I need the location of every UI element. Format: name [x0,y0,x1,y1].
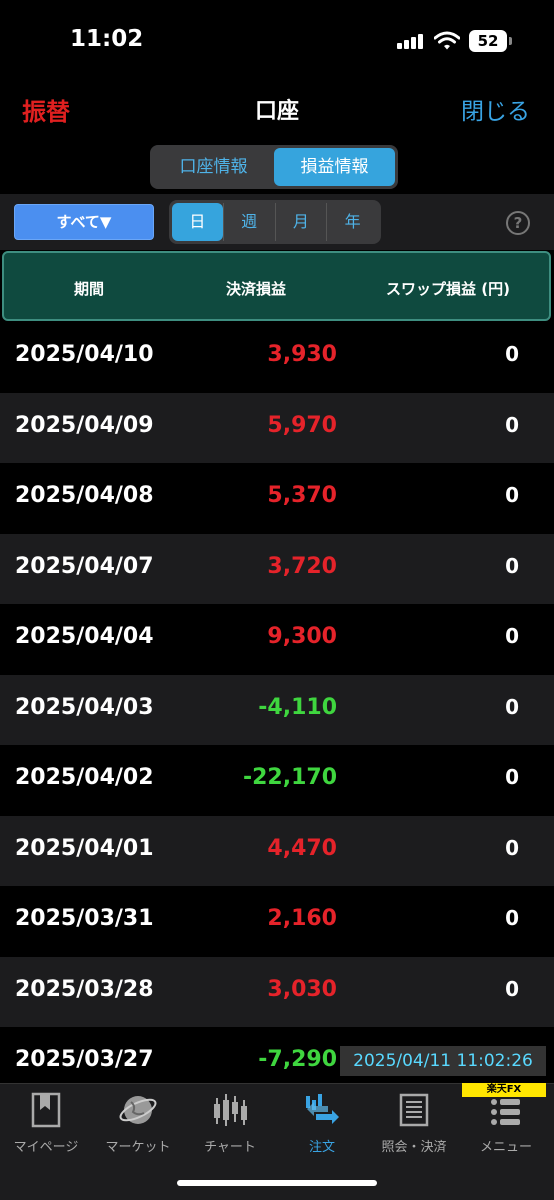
row-date: 2025/04/09 [15,412,154,438]
row-settlement-pl: -22,170 [242,765,337,790]
row-date: 2025/04/02 [15,765,154,790]
table-row[interactable]: 2025/04/04 9,300 0 [0,604,554,675]
order-icon [306,1094,339,1124]
tab-month[interactable]: 月 [274,203,327,241]
row-date: 2025/03/28 [15,976,154,1002]
table-row[interactable]: 2025/03/28 3,030 0 [0,956,554,1027]
row-swap-pl: 0 [505,483,519,507]
tab-account-info[interactable]: 口座情報 [153,148,274,186]
row-swap-pl: 0 [505,342,519,366]
nav-header: 振替 口座 閉じる [0,80,554,140]
row-settlement-pl: 9,300 [267,624,337,649]
period-segment-control: 日 週 月 年 [169,200,381,244]
tab-menu[interactable]: メニュー [460,1092,552,1156]
row-swap-pl: 0 [505,835,519,860]
table-row[interactable]: 2025/04/01 4,470 0 [0,815,554,886]
row-settlement-pl: 2,160 [267,906,337,931]
pl-table: 2025/04/10 3,930 0 2025/04/09 5,970 0 20… [0,322,554,1098]
table-row[interactable]: 2025/03/31 2,160 0 [0,886,554,957]
row-settlement-pl: 3,930 [267,342,337,367]
table-header: 期間 決済損益 スワップ損益 (円) [2,251,551,321]
column-header-settlement-pl: 決済損益 [226,280,287,298]
row-swap-pl: 0 [505,624,519,648]
tab-mypage[interactable]: マイページ [0,1092,92,1156]
tab-chart[interactable]: チャート [184,1092,276,1156]
row-settlement-pl: 5,370 [267,483,337,508]
row-settlement-pl: -7,290 [258,1047,337,1072]
account-segment-control: 口座情報 損益情報 [150,145,398,189]
tab-order[interactable]: 注文 [276,1092,368,1156]
row-settlement-pl: -4,110 [258,694,337,720]
timestamp-overlay: 2025/04/11 11:02:26 [340,1046,546,1076]
row-settlement-pl: 5,970 [267,412,337,438]
row-date: 2025/04/08 [15,483,154,508]
status-time: 11:02 [70,26,144,52]
brand-badge: 楽天FX [462,1083,546,1097]
row-settlement-pl: 4,470 [267,835,337,861]
list-icon [491,1099,520,1125]
globe-icon [119,1096,157,1124]
filter-bar: すべて▼ 日 週 月 年 ? [0,194,554,250]
table-row[interactable]: 2025/04/07 3,720 0 [0,533,554,604]
row-date: 2025/04/01 [15,835,154,861]
status-bar: 11:02 52 [0,0,554,80]
candlestick-icon [214,1094,247,1126]
row-settlement-pl: 3,030 [267,976,337,1002]
tab-day[interactable]: 日 [172,203,223,241]
row-date: 2025/04/04 [15,624,154,649]
tab-year[interactable]: 年 [326,203,378,241]
bookmark-icon [31,1092,61,1128]
row-date: 2025/04/03 [15,694,154,720]
column-header-swap-pl: スワップ損益 (円) [386,280,510,298]
row-swap-pl: 0 [505,553,519,578]
table-row[interactable]: 2025/04/03 -4,110 0 [0,674,554,745]
table-row[interactable]: 2025/04/10 3,930 0 [0,322,554,393]
signal-icon [397,33,425,49]
home-indicator[interactable] [177,1180,377,1186]
wifi-icon [434,31,460,50]
tab-inquiry-settlement[interactable]: 照会・決済 [368,1092,460,1156]
table-row[interactable]: 2025/04/02 -22,170 0 [0,745,554,816]
currency-filter-select[interactable]: すべて▼ [14,204,154,240]
battery-icon: 52 [469,30,512,52]
close-button[interactable]: 閉じる [461,92,530,126]
row-date: 2025/04/07 [15,553,154,579]
tab-profit-info[interactable]: 損益情報 [274,148,395,186]
tab-week[interactable]: 週 [222,203,275,241]
row-swap-pl: 0 [505,906,519,930]
help-icon[interactable]: ? [506,211,530,235]
table-row[interactable]: 2025/04/09 5,970 0 [0,392,554,463]
row-date: 2025/03/27 [15,1047,154,1072]
table-row[interactable]: 2025/04/08 5,370 0 [0,463,554,534]
column-header-period: 期間 [74,280,105,298]
row-swap-pl: 0 [505,765,519,789]
row-date: 2025/03/31 [15,906,154,931]
row-date: 2025/04/10 [15,342,154,367]
row-swap-pl: 0 [505,412,519,437]
document-icon [399,1093,429,1127]
tab-market[interactable]: マーケット [92,1092,184,1156]
row-swap-pl: 0 [505,694,519,719]
row-swap-pl: 0 [505,976,519,1001]
row-settlement-pl: 3,720 [267,553,337,579]
